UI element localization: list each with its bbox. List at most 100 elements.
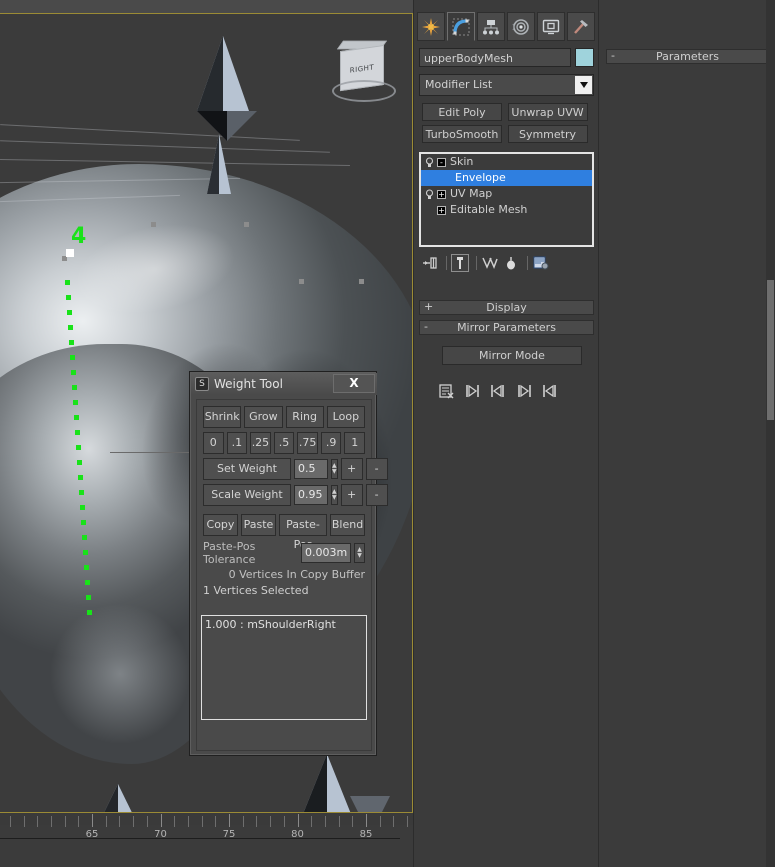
blend-button[interactable]: Blend [330,514,365,536]
paste-green-to-blue-icon[interactable] [541,382,559,400]
scrollbar-thumb[interactable] [767,280,774,420]
scale-weight-button[interactable]: Scale Weight [203,484,291,506]
scale-weight-field[interactable]: 0.95 [294,485,328,505]
chevron-down-icon[interactable] [575,76,592,94]
display-tab[interactable] [537,12,565,41]
wt-ring-button[interactable]: Ring [285,406,324,428]
copy-button[interactable]: Copy [203,514,238,536]
wt-value-01[interactable]: .1 [226,432,248,454]
rollout-expander-icon[interactable]: - [611,49,615,62]
modify-tab[interactable] [447,12,475,41]
wt-value-0[interactable]: 0 [203,432,224,454]
close-icon[interactable]: X [333,374,375,393]
configure-sets-icon[interactable] [532,254,550,272]
wt-grow-button[interactable]: Grow [244,406,283,428]
stack-expander-icon[interactable]: + [437,189,446,199]
paste-pos-tolerance-row[interactable]: Paste-Pos Tolerance 0.003m ▲ ▼ [203,540,365,566]
hierarchy-tab[interactable] [477,12,505,41]
modifier-button-symmetry[interactable]: Symmetry [507,125,588,143]
wt-loop-button[interactable]: Loop [326,406,365,428]
stack-item-editable-mesh[interactable]: + Editable Mesh [421,202,592,218]
rollout-expander-icon[interactable]: - [424,320,428,333]
vertex-weight-item[interactable]: 1.000 : mShoulderRight [205,618,363,631]
weight-tool-selection-row[interactable]: Shrink Grow Ring Loop [203,406,365,428]
timeline-ruler[interactable]: 65707580859095100 [0,814,628,867]
lightbulb-icon[interactable] [424,156,435,168]
set-weight-field[interactable]: 0.5 [294,459,328,479]
paste-pos-tolerance-field[interactable]: 0.003m [301,543,352,563]
remove-modifier-icon[interactable] [502,254,520,272]
stack-item-skin[interactable]: - Skin [421,154,592,170]
wt-shrink-button[interactable]: Shrink [203,406,242,428]
command-panel-tabs[interactable] [417,12,597,42]
timeline-major-tick [366,814,367,827]
paste-to-right-icon[interactable] [463,382,481,400]
set-weight-row[interactable]: Set Weight 0.5 ▲ ▼ + - [203,458,388,480]
mesh-vertex[interactable] [151,222,156,227]
stack-expander-icon[interactable]: - [437,157,446,167]
weight-tool-value-row[interactable]: 0 .1 .25 .5 .75 .9 1 [203,432,366,454]
rollout-expander-icon[interactable]: + [424,300,433,313]
paste-pos-button[interactable]: Paste-Pos [278,514,328,551]
right-panel-scrollbar[interactable] [766,0,775,867]
wt-value-075[interactable]: .75 [297,432,318,454]
utilities-tab[interactable] [567,12,595,41]
scale-weight-decrease-button[interactable]: - [365,484,388,506]
modifier-button-edit-poly[interactable]: Edit Poly [422,103,502,121]
stack-item-envelope[interactable]: Envelope [421,170,592,186]
timeline-minor-tick [242,816,244,827]
scale-weight-increase-button[interactable]: + [340,484,363,506]
pin-stack-icon[interactable] [421,254,439,272]
set-weight-increase-button[interactable]: + [340,458,363,480]
clipboard-row[interactable]: Copy Paste Paste-Pos Blend [203,514,365,551]
set-weight-spinner[interactable]: ▲ ▼ [331,459,338,479]
mirror-mode-button[interactable]: Mirror Mode [442,346,582,365]
parameters-rollout-header[interactable]: - Parameters [606,49,769,64]
modifier-button-turbosmooth[interactable]: TurboSmooth [422,125,502,143]
vertex-weight-list[interactable]: 1.000 : mShoulderRight [201,615,367,720]
create-tab[interactable] [417,12,445,41]
paste-button[interactable]: Paste [240,514,276,536]
stack-item-uv-map[interactable]: + UV Map [421,186,592,202]
modifier-button-unwrap-uvw[interactable]: Unwrap UVW [507,103,588,121]
set-weight-button[interactable]: Set Weight [203,458,291,480]
view-cube-compass-ring[interactable] [332,80,396,102]
paste-blue-to-green-icon[interactable] [515,382,533,400]
modifier-quick-buttons[interactable]: Edit Poly Unwrap UVW TurboSmooth Symmetr… [422,103,590,147]
make-unique-icon[interactable] [481,254,499,272]
paste-to-left-icon[interactable] [489,382,507,400]
motion-tab[interactable] [507,12,535,41]
display-rollout-header[interactable]: + Display [419,300,594,315]
mesh-vertex[interactable] [299,279,304,284]
mesh-vertex[interactable] [244,222,249,227]
show-end-result-icon[interactable] [451,254,469,272]
paste-pos-tolerance-spinner[interactable]: ▲ ▼ [354,543,365,563]
set-weight-decrease-button[interactable]: - [365,458,388,480]
stack-expander-icon[interactable]: + [437,205,446,215]
object-color-swatch[interactable] [575,48,594,67]
modifier-stack-toolbar[interactable] [421,252,596,274]
object-name-field[interactable]: upperBodyMesh [419,48,571,67]
wt-value-09[interactable]: .9 [320,432,342,454]
weight-tool-title: Weight Tool [214,377,283,391]
wt-value-1[interactable]: 1 [344,432,366,454]
scale-weight-row[interactable]: Scale Weight 0.95 ▲ ▼ + - [203,484,388,506]
wt-value-025[interactable]: .25 [250,432,271,454]
timeline-minor-tick [256,816,258,827]
modifier-stack[interactable]: - Skin Envelope + UV Map + Editable Mesh [419,152,594,247]
view-cube[interactable]: RIGHT [332,40,396,102]
weight-tool-dialog[interactable]: S Weight Tool X Shrink Grow Ring Loop 0 … [189,371,388,756]
selected-vertex-marker[interactable] [66,249,74,257]
weight-tool-titlebar[interactable]: S Weight Tool X [191,373,377,395]
wt-value-05[interactable]: .5 [273,432,295,454]
modifier-list-dropdown[interactable]: Modifier List [419,74,594,96]
timeline-track[interactable] [0,838,400,839]
lightbulb-icon[interactable] [424,188,435,200]
mesh-vertex[interactable] [359,279,364,284]
mirror-tool-icons[interactable] [437,382,587,400]
skin-parameters-panel[interactable]: - Parameters Edit Envelopes Select Verti… [598,0,775,867]
mirror-paste-icon[interactable] [437,382,455,400]
command-panel[interactable]: upperBodyMesh Modifier List Edit Poly Un… [413,0,598,867]
scale-weight-spinner[interactable]: ▲ ▼ [331,485,338,505]
mirror-parameters-rollout-header[interactable]: - Mirror Parameters [419,320,594,335]
